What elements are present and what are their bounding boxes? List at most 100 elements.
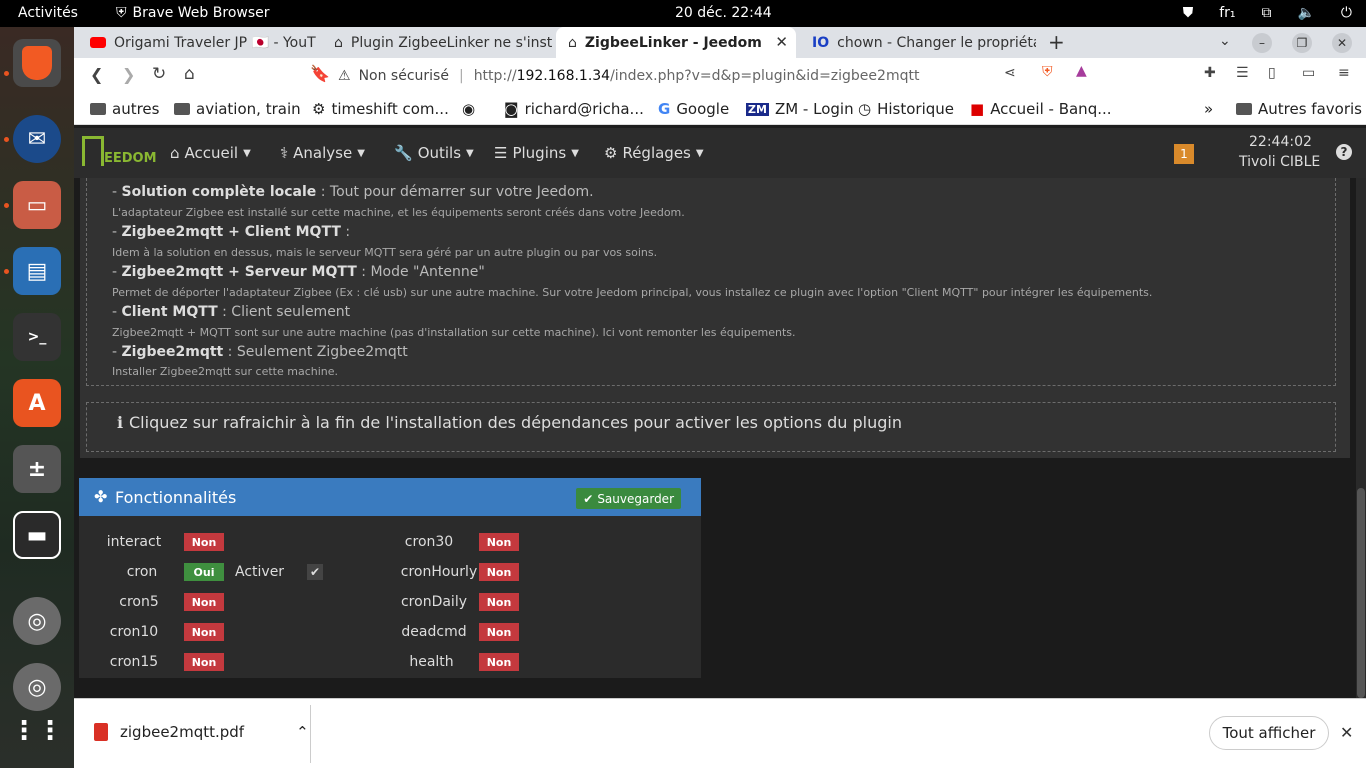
forward-icon[interactable]: ❯: [122, 65, 135, 84]
extensions-icon[interactable]: ✚: [1204, 65, 1216, 81]
bookmark-icon[interactable]: 🔖: [310, 64, 330, 83]
address-bar[interactable]: ⚠ Non sécurisé | http://192.168.1.34/ind…: [338, 61, 1104, 90]
menu-plugins[interactable]: ☰ Plugins ▼: [494, 144, 579, 162]
bookmark-banque[interactable]: ■ Accueil - Banq...: [970, 100, 1112, 118]
mode-line: - Zigbee2mqtt + Serveur MQTT : Mode "Ant…: [112, 264, 485, 280]
thunderbird-icon[interactable]: ✉: [13, 115, 61, 163]
mode-prefix: -: [112, 304, 122, 320]
features-panel: ✤ Fonctionnalités ✔ Sauvegarder interact …: [79, 478, 701, 678]
running-indicator: [4, 269, 9, 274]
close-tab-icon[interactable]: ✕: [775, 33, 788, 51]
tab-plugin-forum[interactable]: ⌂ Plugin ZigbeeLinker ne s'insta: [322, 27, 552, 58]
feature-label: cronDaily: [400, 594, 467, 610]
navigation-bar: ❮ ❯ ↻ ⌂ 🔖 ⚠ Non sécurisé | http://192.16…: [74, 58, 1366, 93]
menu-accueil[interactable]: ⌂ Accueil ▼: [170, 144, 251, 162]
notification-badge[interactable]: 1: [1174, 144, 1194, 164]
status-badge: Non: [479, 563, 519, 581]
show-all-button[interactable]: Tout afficher: [1209, 716, 1329, 750]
info-box: i Cliquez sur rafraichir à la fin de l'i…: [86, 402, 1336, 452]
disc-icon-2[interactable]: ◎: [13, 663, 61, 711]
menu-outils[interactable]: 🔧 Outils ▼: [394, 144, 474, 162]
insecure-label[interactable]: Non sécurisé: [359, 68, 449, 84]
system-tray[interactable]: ⛊ fr₁ ⧉ 🔈 ⏻: [1183, 5, 1352, 21]
back-icon[interactable]: ❮: [90, 65, 103, 84]
other-bookmarks[interactable]: Autres favoris: [1236, 100, 1362, 118]
mode-detail: Installer Zigbee2mqtt sur cette machine.: [112, 365, 339, 378]
share-icon[interactable]: ⋖: [1004, 65, 1016, 81]
info-icon: i: [117, 413, 124, 432]
calculator-icon[interactable]: ±: [13, 445, 61, 493]
download-divider: [310, 705, 311, 763]
check-circle-icon: ✔: [583, 491, 594, 506]
menu-icon[interactable]: ≡: [1338, 65, 1350, 81]
system-top-bar: Activités ⛨ Brave Web Browser 20 déc. 22:…: [0, 0, 1366, 27]
activities-button[interactable]: Activités: [18, 5, 78, 21]
chevron-up-icon[interactable]: ⌃: [296, 723, 309, 741]
help-icon[interactable]: ?: [1336, 144, 1352, 160]
volume-icon[interactable]: 🔈: [1297, 5, 1314, 21]
page-scrollbar[interactable]: [1356, 178, 1366, 698]
terminal-icon[interactable]: >_: [13, 313, 61, 361]
bookmark-globe[interactable]: ◉: [462, 100, 481, 118]
activate-checkbox[interactable]: ✔: [307, 564, 323, 580]
sidebar-icon[interactable]: ▯: [1268, 65, 1276, 81]
tab-search-icon[interactable]: ⌄: [1219, 33, 1231, 49]
tab-chown[interactable]: IO chown - Changer le propriétai: [800, 27, 1036, 58]
save-button[interactable]: ✔ Sauvegarder: [576, 488, 681, 509]
clock[interactable]: 20 déc. 22:44: [675, 5, 772, 21]
activate-label: Activer: [235, 564, 285, 580]
writer-icon[interactable]: ▤: [13, 247, 61, 295]
bookmarks-bar: autres aviation, train ⚙ timeshift com...…: [74, 93, 1366, 125]
reload-icon[interactable]: ↻: [152, 64, 166, 84]
power-icon[interactable]: ⏻: [1341, 5, 1352, 21]
header-user[interactable]: Tivoli CIBLE: [1239, 154, 1320, 170]
new-tab-button[interactable]: +: [1048, 30, 1065, 54]
bookmark-historique[interactable]: ◷ Historique: [858, 100, 954, 118]
url-path: /index.php?v=d&p=plugin&id=zigbee2mqtt: [610, 67, 920, 84]
bookmark-folder-aviation[interactable]: aviation, train: [174, 100, 301, 118]
mode-detail: Idem à la solution en dessus, mais le se…: [112, 246, 658, 259]
bookmark-richard[interactable]: ◙ richard@richa...: [504, 100, 644, 118]
files-icon[interactable]: ▭: [13, 181, 61, 229]
disc-icon[interactable]: ◎: [13, 597, 61, 645]
bookmarks-overflow[interactable]: »: [1204, 100, 1213, 118]
bookmark-zm-login[interactable]: ZM ZM - Login: [746, 100, 854, 118]
status-badge: Non: [184, 653, 224, 671]
running-indicator: [4, 71, 9, 76]
jeedom-logo[interactable]: EEDOM: [82, 136, 157, 166]
app-menu[interactable]: ⛨ Brave Web Browser: [116, 5, 270, 21]
brave-shields-icon[interactable]: ⛨: [1042, 64, 1053, 80]
brave-rewards-icon[interactable]: ▲: [1076, 63, 1087, 79]
mode-line: - Client MQTT : Client seulement: [112, 304, 350, 320]
download-item[interactable]: zigbee2mqtt.pdf ⌃: [94, 723, 309, 741]
shield-icon[interactable]: ⛊: [1183, 5, 1194, 21]
tab-youtube[interactable]: Origami Traveler JP 🇯🇵 - YouT: [78, 27, 318, 58]
scrollbar-thumb[interactable]: [1357, 488, 1365, 698]
network-icon[interactable]: ⧉: [1261, 5, 1271, 21]
features-title: Fonctionnalités: [115, 488, 237, 507]
menu-reglages[interactable]: ⚙ Réglages ▼: [604, 144, 704, 162]
bookmark-label: Autres favoris: [1258, 100, 1362, 118]
apps-grid-icon[interactable]: ⋮⋮: [11, 707, 63, 755]
bookmark-folder-autres[interactable]: autres: [90, 100, 159, 118]
home-icon: ⌂: [170, 144, 180, 162]
software-center-icon[interactable]: A: [13, 379, 61, 427]
maximize-button[interactable]: ❐: [1292, 33, 1312, 53]
close-window-button[interactable]: ✕: [1332, 33, 1352, 53]
home-icon[interactable]: ⌂: [184, 64, 195, 84]
tab-zigbeelinker[interactable]: ⌂ ZigbeeLinker - Jeedom ✕: [556, 27, 796, 58]
minimize-button[interactable]: –: [1252, 33, 1272, 53]
bookmark-google[interactable]: G Google: [658, 100, 729, 118]
brave-dock-icon[interactable]: [13, 39, 61, 87]
bookmark-timeshift[interactable]: ⚙ timeshift com...: [312, 100, 449, 118]
gear-icon: ⚙: [604, 144, 618, 162]
wallet-icon[interactable]: ▭: [1302, 65, 1315, 81]
logo-text: EEDOM: [104, 151, 157, 166]
language-indicator[interactable]: fr₁: [1219, 5, 1235, 21]
menu-analyse[interactable]: ⚕ Analyse ▼: [280, 144, 365, 162]
close-download-bar-icon[interactable]: ✕: [1340, 723, 1353, 742]
feature-label: cron: [126, 564, 158, 580]
remote-desktop-icon[interactable]: ▬: [13, 511, 61, 559]
playlist-icon[interactable]: ☰: [1236, 65, 1249, 81]
bookmark-label: richard@richa...: [524, 100, 644, 118]
